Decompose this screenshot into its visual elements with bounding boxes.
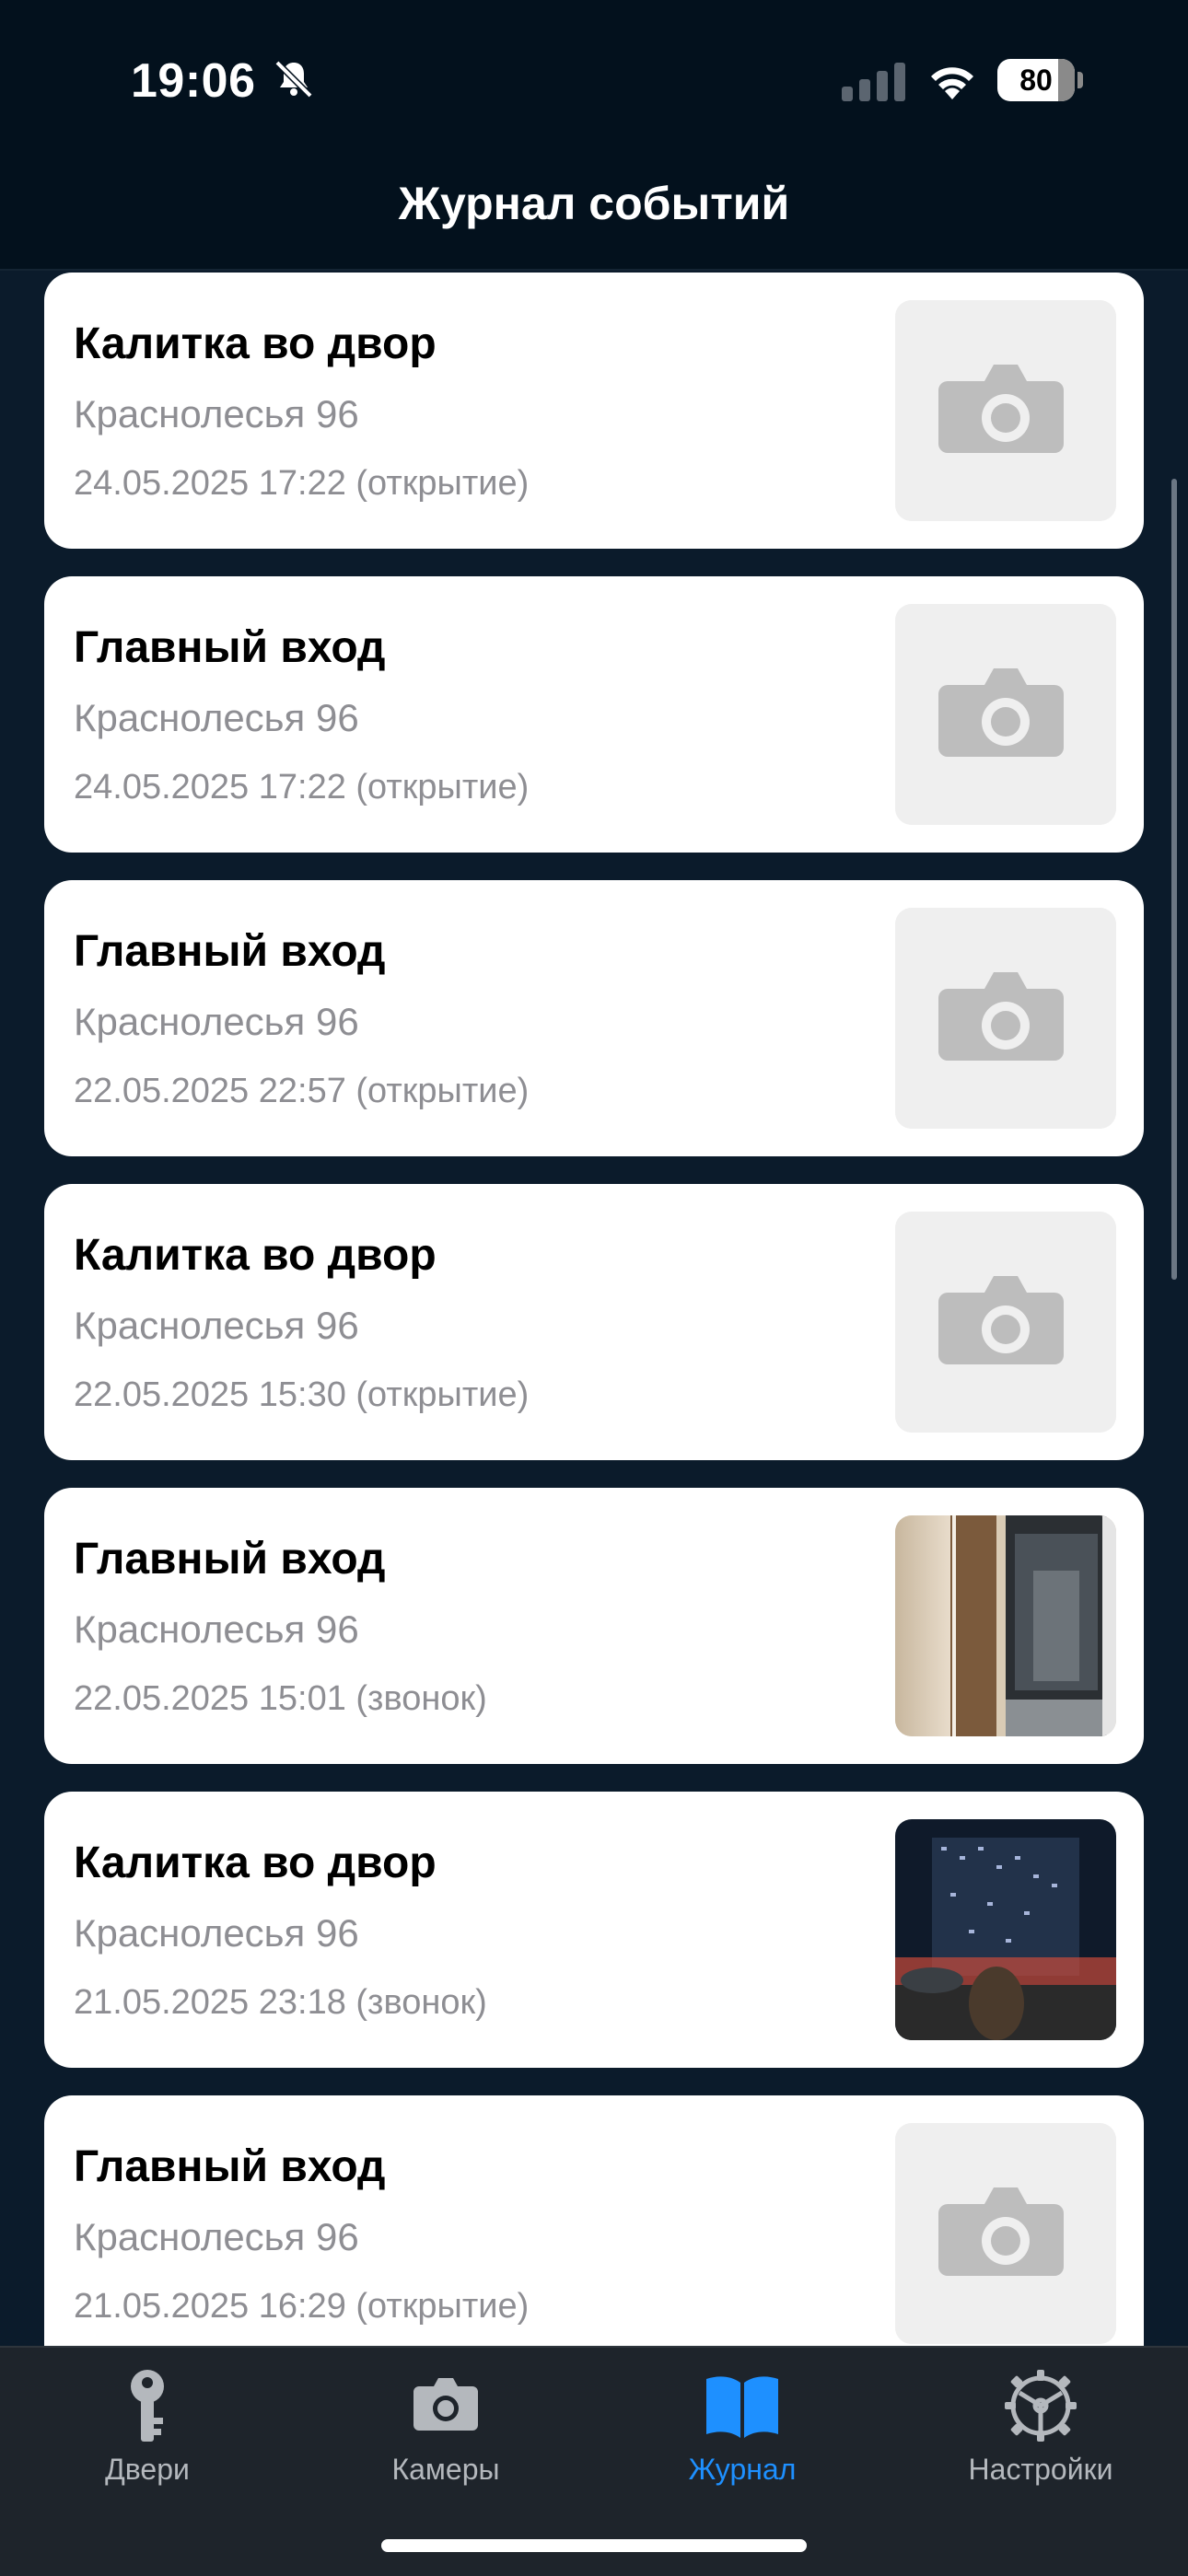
camera-placeholder-icon — [895, 604, 1116, 825]
event-list[interactable]: Калитка во двор Краснолесья 96 24.05.2025 … — [0, 271, 1188, 2346]
home-indicator[interactable] — [381, 2539, 807, 2552]
event-address: Краснолесья 96 — [74, 392, 359, 435]
status-time: 19:06 — [131, 54, 256, 108]
book-icon — [706, 2376, 778, 2438]
entrance-photo — [895, 1515, 1116, 1736]
event-thumbnail[interactable] — [895, 1212, 1116, 1433]
event-datetime: 24.05.2025 17:22 (открытие) — [74, 768, 530, 806]
event-address: Краснолесья 96 — [74, 1911, 359, 1955]
cellular-signal-icon — [842, 63, 905, 101]
event-thumbnail[interactable] — [895, 1819, 1116, 2040]
event-card[interactable]: Калитка во двор Краснолесья 96 24.05.2025 … — [44, 273, 1144, 549]
wifi-icon — [931, 67, 973, 99]
event-thumbnail[interactable] — [895, 2123, 1116, 2344]
event-title: Главный вход — [74, 927, 386, 976]
event-datetime: 22.05.2025 15:30 (открытие) — [74, 1375, 530, 1414]
event-title: Главный вход — [74, 1535, 386, 1584]
event-datetime: 21.05.2025 16:29 (открытие) — [74, 2287, 530, 2326]
event-datetime: 22.05.2025 15:01 (звонок) — [74, 1679, 487, 1718]
bell-muted-icon — [274, 60, 313, 99]
event-datetime: 22.05.2025 22:57 (открытие) — [74, 1072, 530, 1110]
battery-level: 80 — [1019, 63, 1053, 97]
key-icon — [131, 2370, 164, 2442]
gear-icon — [1005, 2370, 1077, 2442]
camera-placeholder-icon — [895, 300, 1116, 521]
event-title: Главный вход — [74, 2142, 386, 2191]
camera-placeholder-icon — [895, 908, 1116, 1129]
event-address: Краснолесья 96 — [74, 1000, 359, 1043]
page-title: Журнал событий — [398, 178, 790, 229]
top-bar: 19:06 80 Журнал событий — [0, 0, 1188, 271]
event-thumbnail[interactable] — [895, 300, 1116, 521]
tab-settings[interactable]: Настройки — [930, 2364, 1151, 2512]
event-title: Калитка во двор — [74, 1231, 437, 1280]
event-address: Краснолесья 96 — [74, 696, 359, 739]
event-thumbnail[interactable] — [895, 908, 1116, 1129]
event-address: Краснолесья 96 — [74, 1607, 359, 1651]
event-card[interactable]: Калитка во двор Краснолесья 96 22.05.2025 … — [44, 1184, 1144, 1460]
event-datetime: 21.05.2025 23:18 (звонок) — [74, 1983, 487, 2022]
event-title: Калитка во двор — [74, 1839, 437, 1887]
battery-indicator: 80 — [997, 59, 1075, 101]
camera-icon — [413, 2378, 478, 2431]
event-card[interactable]: Калитка во двор Краснолесья 96 21.05.2025 … — [44, 1792, 1144, 2068]
tab-doors[interactable]: Двери — [37, 2364, 258, 2512]
scrollbar[interactable] — [1171, 479, 1177, 1280]
camera-placeholder-icon — [895, 1212, 1116, 1433]
event-title: Калитка во двор — [74, 319, 437, 368]
tab-label-settings: Настройки — [968, 2453, 1113, 2486]
status-bar: 19:06 80 — [0, 0, 1188, 157]
event-card[interactable]: Главный вход Краснолесья 96 22.05.2025 15:… — [44, 1488, 1144, 1764]
event-title: Главный вход — [74, 623, 386, 672]
event-thumbnail[interactable] — [895, 1515, 1116, 1736]
tab-label-doors: Двери — [105, 2453, 190, 2486]
event-datetime: 24.05.2025 17:22 (открытие) — [74, 464, 530, 503]
event-card[interactable]: Главный вход Краснолесья 96 22.05.2025 22:… — [44, 880, 1144, 1156]
battery-tip — [1077, 72, 1083, 88]
event-card[interactable]: Главный вход Краснолесья 96 24.05.2025 17:… — [44, 576, 1144, 853]
event-address: Краснолесья 96 — [74, 1304, 359, 1347]
yard-photo — [895, 1819, 1116, 2040]
tab-journal[interactable]: Журнал — [632, 2364, 853, 2512]
event-thumbnail[interactable] — [895, 604, 1116, 825]
tab-label-journal: Журнал — [688, 2453, 797, 2486]
tab-label-cameras: Камеры — [391, 2453, 500, 2486]
event-card[interactable]: Главный вход Краснолесья 96 21.05.2025 16:… — [44, 2095, 1144, 2346]
event-address: Краснолесья 96 — [74, 2215, 359, 2258]
tab-cameras[interactable]: Камеры — [335, 2364, 556, 2512]
camera-placeholder-icon — [895, 2123, 1116, 2344]
